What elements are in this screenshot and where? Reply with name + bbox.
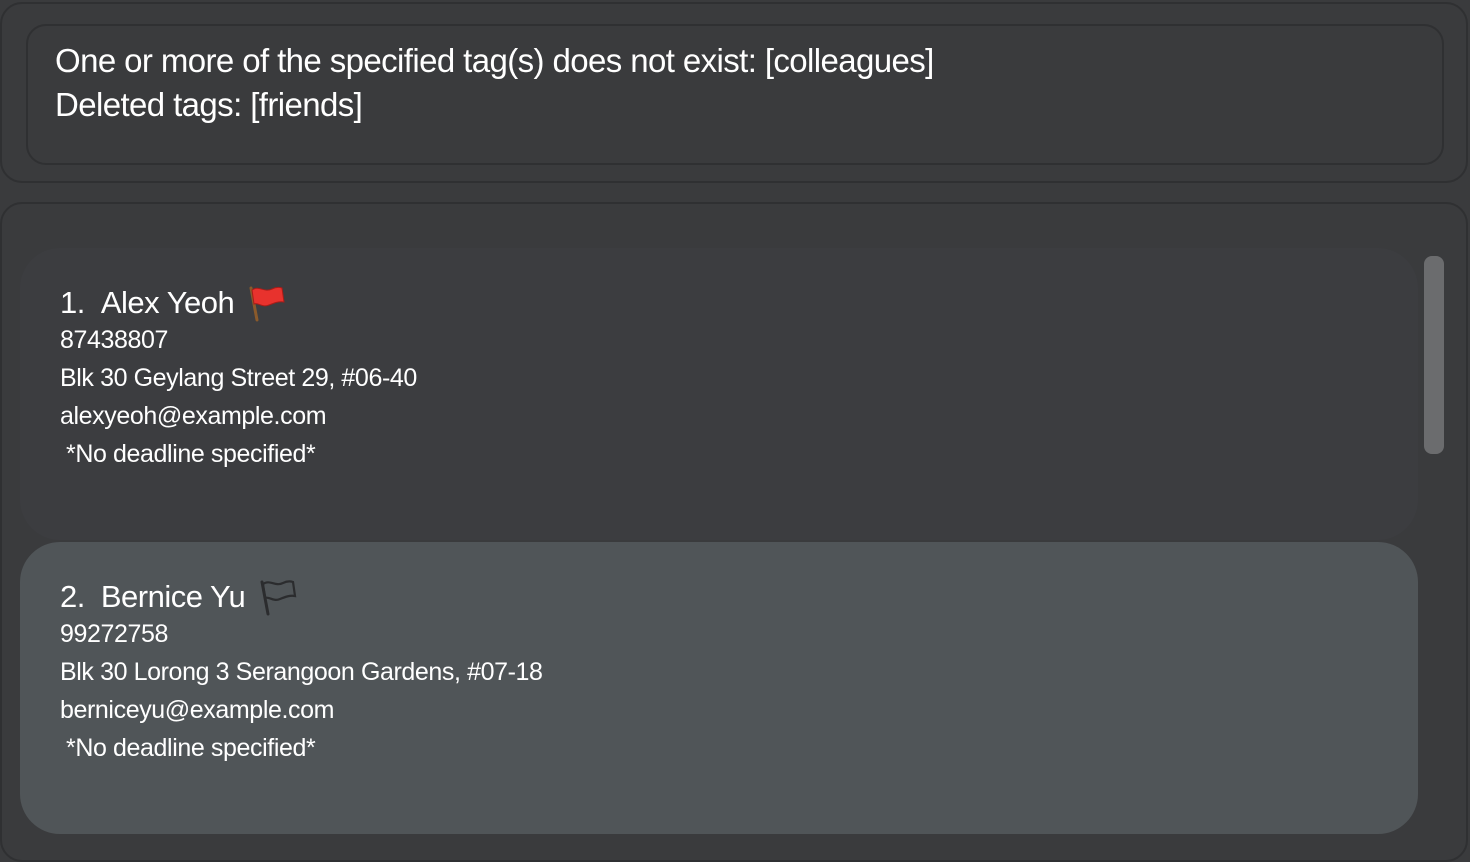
person-address: Blk 30 Geylang Street 29, #06-40	[60, 364, 417, 392]
person-phone: 99272758	[60, 620, 169, 648]
person-card-header: 1. Alex Yeoh	[60, 282, 286, 324]
result-display-box[interactable]: One or more of the specified tag(s) does…	[26, 24, 1444, 165]
person-deadline: *No deadline specified*	[66, 734, 316, 762]
person-index: 2.	[60, 579, 85, 614]
result-message-line-2: Deleted tags: [friends]	[55, 86, 363, 123]
person-name: Bernice Yu	[100, 579, 246, 614]
person-deadline: *No deadline specified*	[66, 440, 316, 468]
scrollbar-thumb[interactable]	[1424, 256, 1444, 454]
person-card-header: 2. Bernice Yu	[60, 576, 297, 618]
person-card[interactable]: 1. Alex Yeoh 87438807 Blk 30 Geylang Str…	[20, 248, 1418, 540]
result-message-line-1: One or more of the specified tag(s) does…	[55, 42, 934, 79]
person-email: berniceyu@example.com	[60, 696, 335, 724]
person-card-selected[interactable]: 2. Bernice Yu 99272758 Blk 30 Lorong 3 S…	[20, 542, 1418, 834]
person-address: Blk 30 Lorong 3 Serangoon Gardens, #07-1…	[60, 658, 543, 686]
person-phone: 87438807	[60, 326, 169, 354]
red-flag-icon	[244, 282, 286, 324]
person-email: alexyeoh@example.com	[60, 402, 327, 430]
person-index: 1.	[60, 285, 85, 320]
person-name: Alex Yeoh	[100, 285, 235, 320]
result-display-panel: One or more of the specified tag(s) does…	[0, 2, 1468, 183]
outline-flag-icon	[255, 576, 297, 618]
